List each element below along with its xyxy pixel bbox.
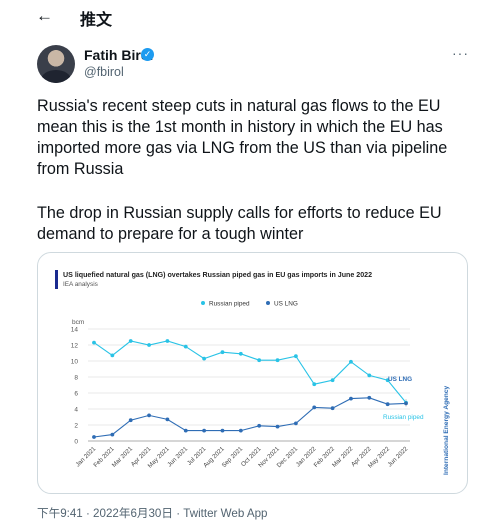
data-point bbox=[293, 421, 298, 426]
y-tick-label: 10 bbox=[71, 359, 79, 366]
legend-marker-0 bbox=[201, 301, 205, 305]
data-point bbox=[165, 417, 170, 422]
legend-marker-1 bbox=[266, 301, 270, 305]
page-title: 推文 bbox=[80, 12, 113, 29]
legend-label: US LNG bbox=[274, 301, 298, 308]
data-point bbox=[385, 402, 390, 407]
line-chart: 02468101214bcmJan 2021Feb 2021Mar 2021Ap… bbox=[71, 301, 450, 476]
data-point bbox=[349, 396, 353, 401]
chart-image-card[interactable]: US liquefied natural gas (LNG) overtakes… bbox=[37, 252, 468, 494]
top-bar: ← 推文 bbox=[0, 0, 500, 36]
data-point bbox=[147, 413, 151, 418]
data-point bbox=[367, 373, 372, 378]
x-tick-label: Jun 2021 bbox=[166, 445, 189, 468]
tweet-meta: 下午9:41 · 2022年6月30日 · Twitter Web App bbox=[37, 507, 268, 520]
data-point bbox=[238, 428, 243, 433]
data-point bbox=[312, 405, 317, 410]
data-point bbox=[312, 382, 317, 387]
data-point bbox=[275, 424, 280, 429]
data-point bbox=[330, 378, 335, 383]
data-point bbox=[275, 358, 280, 363]
y-tick-label: 14 bbox=[71, 327, 79, 334]
data-point bbox=[349, 359, 353, 364]
annotation-russian-piped: Russian piped bbox=[383, 414, 424, 421]
data-point bbox=[92, 340, 96, 345]
avatar[interactable] bbox=[37, 45, 75, 83]
legend-label: Russian piped bbox=[209, 301, 250, 308]
data-point bbox=[165, 339, 170, 343]
data-point bbox=[183, 344, 188, 349]
data-point bbox=[183, 428, 188, 433]
data-point bbox=[257, 358, 262, 363]
series-line-1 bbox=[93, 397, 407, 438]
data-point bbox=[202, 428, 207, 433]
data-point bbox=[110, 353, 115, 358]
y-tick-label: 4 bbox=[74, 407, 78, 414]
data-point bbox=[128, 339, 133, 343]
y-tick-label: 6 bbox=[74, 391, 78, 398]
more-options-icon[interactable]: ··· bbox=[452, 45, 469, 61]
data-point bbox=[92, 435, 96, 439]
y-axis-label: bcm bbox=[72, 319, 84, 326]
data-point bbox=[128, 418, 133, 423]
verified-badge-icon: ✓ bbox=[141, 48, 154, 61]
data-point bbox=[220, 428, 225, 433]
watermark-logo: International Energy Agency bbox=[443, 386, 450, 475]
data-point bbox=[202, 356, 207, 361]
y-tick-label: 8 bbox=[74, 375, 78, 382]
data-point bbox=[293, 354, 298, 359]
tweet-text-paragraph-2: The drop in Russian supply calls for eff… bbox=[37, 204, 442, 243]
x-tick-label: Jun 2022 bbox=[386, 445, 409, 468]
y-tick-label: 2 bbox=[74, 423, 78, 430]
y-tick-label: 0 bbox=[74, 439, 78, 446]
data-point bbox=[257, 423, 262, 428]
annotation-us-lng: US LNG bbox=[388, 376, 412, 383]
data-point bbox=[110, 432, 115, 437]
data-point bbox=[238, 351, 243, 356]
y-tick-label: 12 bbox=[71, 343, 79, 350]
series-line-0 bbox=[93, 340, 407, 403]
author-handle[interactable]: @fbirol bbox=[84, 65, 124, 79]
data-point bbox=[220, 350, 225, 355]
back-arrow-icon[interactable]: ← bbox=[36, 6, 56, 26]
tweet-text-paragraph-1: Russia's recent steep cuts in natural ga… bbox=[37, 97, 448, 178]
data-point bbox=[147, 343, 151, 347]
data-point bbox=[367, 395, 372, 400]
data-point bbox=[330, 406, 335, 411]
